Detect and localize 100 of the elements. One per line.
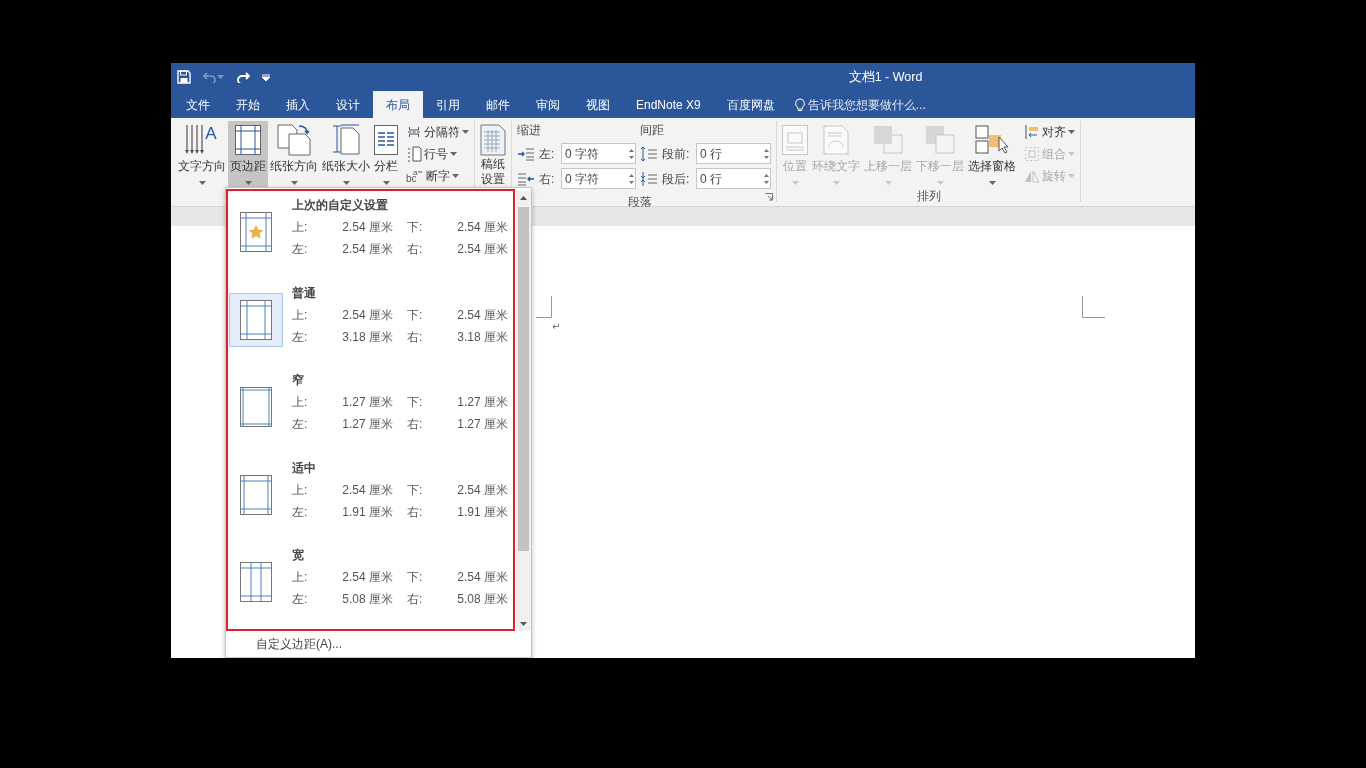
margin-value: 2.54 厘米 bbox=[456, 481, 508, 499]
space-after-icon bbox=[640, 170, 658, 187]
indent-right-label: 右: bbox=[539, 170, 556, 188]
margins-button[interactable]: 页边距 bbox=[228, 121, 268, 187]
manuscript-paper-icon bbox=[480, 124, 506, 156]
spinner-icon bbox=[763, 147, 770, 160]
margin-value: 1.27 厘米 bbox=[456, 394, 508, 412]
preset-name: 窄 bbox=[292, 372, 305, 390]
rotate-icon bbox=[1024, 168, 1040, 184]
spinner-icon bbox=[628, 172, 635, 185]
wrap-text-icon bbox=[823, 125, 849, 155]
caret-icon bbox=[1068, 130, 1075, 134]
group-label: 排列 bbox=[916, 189, 941, 203]
ribbon-tab[interactable]: 布局 bbox=[373, 91, 423, 118]
ribbon-tab[interactable]: 视图 bbox=[573, 91, 623, 118]
space-before-label: 段前: bbox=[662, 145, 691, 163]
spinner-icon bbox=[628, 147, 635, 160]
page-margins-icon bbox=[240, 212, 272, 252]
undo-icon bbox=[203, 71, 217, 83]
margin-label: 左: bbox=[292, 416, 309, 434]
caret-icon bbox=[382, 181, 390, 185]
columns-button[interactable]: 分栏 bbox=[372, 121, 400, 187]
custom-margins-item[interactable]: 自定义边距(A)... bbox=[226, 631, 531, 657]
indent-left-icon bbox=[517, 146, 535, 161]
indent-label: 缩进 bbox=[517, 122, 542, 139]
margin-value: 2.54 厘米 bbox=[341, 241, 393, 258]
align-icon bbox=[1024, 124, 1040, 140]
margin-label: 左: bbox=[292, 591, 309, 609]
margin-value: 5.08 厘米 bbox=[341, 591, 393, 609]
margin-value: 2.54 厘米 bbox=[341, 219, 393, 236]
space-before-field[interactable]: 0 行 bbox=[696, 143, 771, 164]
scrollbar[interactable] bbox=[516, 191, 531, 631]
line-numbers-icon bbox=[406, 146, 422, 162]
caret-icon bbox=[462, 130, 469, 134]
breaks-button[interactable]: 分隔符 bbox=[404, 121, 471, 143]
ribbon-tab[interactable]: 文件 bbox=[173, 91, 223, 118]
align-button[interactable]: 对齐 bbox=[1022, 121, 1077, 143]
ribbon-tab[interactable]: 审阅 bbox=[523, 91, 573, 118]
margin-preset-item[interactable]: 窄 上: 1.27 厘米 下: 1.27 厘米 左: 1.27 厘米 右: 1.27 厘米 bbox=[228, 366, 513, 454]
margin-label: 上: bbox=[292, 219, 309, 236]
margin-label: 右: bbox=[407, 591, 424, 609]
ribbon-tab[interactable]: 邮件 bbox=[473, 91, 523, 118]
text-direction-button[interactable]: A 文字方向 bbox=[176, 121, 228, 187]
ribbon-tab[interactable]: EndNote X9 bbox=[623, 91, 714, 118]
margin-corner-mark bbox=[1082, 296, 1105, 318]
customize-icon bbox=[262, 73, 270, 81]
page-margins-icon bbox=[240, 562, 272, 603]
preset-name: 普通 bbox=[292, 284, 317, 302]
margin-label: 右: bbox=[407, 241, 424, 258]
scrollbar-thumb[interactable] bbox=[518, 207, 529, 551]
page-margins-icon bbox=[240, 387, 272, 428]
space-after-label: 段后: bbox=[662, 170, 691, 188]
page-margins-icon bbox=[240, 299, 272, 340]
caret-icon bbox=[988, 181, 996, 185]
caret-icon bbox=[198, 181, 206, 185]
margin-value: 5.08 厘米 bbox=[456, 591, 508, 609]
send-backward-icon bbox=[924, 125, 956, 155]
margin-label: 上: bbox=[292, 394, 309, 412]
margin-preset-item[interactable]: 适中 上: 2.54 厘米 下: 2.54 厘米 左: 1.91 厘米 右: 1.91 厘米 bbox=[228, 453, 513, 542]
indent-left-label: 左: bbox=[539, 145, 556, 163]
ribbon-tab[interactable]: 开始 bbox=[223, 91, 273, 118]
margin-label: 下: bbox=[407, 481, 424, 499]
margin-corner-mark bbox=[536, 296, 552, 318]
margin-preset-item[interactable]: 宽 上: 2.54 厘米 下: 2.54 厘米 左: 5.08 厘米 右: 5.08 厘米 bbox=[228, 541, 513, 629]
margin-value: 2.54 厘米 bbox=[456, 306, 508, 324]
page-margins-icon bbox=[240, 474, 272, 515]
margin-label: 左: bbox=[292, 328, 309, 346]
caret-icon bbox=[1068, 174, 1075, 178]
selection-pane-icon bbox=[975, 125, 1009, 155]
caret-icon bbox=[791, 181, 799, 185]
paper-size-icon bbox=[332, 124, 360, 156]
margin-preset-item[interactable]: 上次的自定义设置 上: 2.54 厘米 下: 2.54 厘米 左: 2.54 厘米 右: 2.54 厘米 bbox=[228, 191, 513, 279]
ribbon-tab[interactable]: 引用 bbox=[423, 91, 473, 118]
indent-left-field[interactable]: 0 字符 bbox=[561, 143, 636, 164]
line-numbers-button[interactable]: 行号 bbox=[404, 143, 471, 165]
margin-value: 1.27 厘米 bbox=[341, 416, 393, 434]
tell-me-field[interactable]: 告诉我您想要做什么... bbox=[805, 94, 956, 115]
preset-name: 适中 bbox=[292, 459, 317, 477]
space-after-field[interactable]: 0 行 bbox=[696, 168, 771, 189]
save-icon bbox=[177, 70, 191, 84]
manuscript-button[interactable]: 稿纸设置 bbox=[478, 121, 508, 187]
size-button[interactable]: 纸张大小 bbox=[320, 121, 372, 187]
caret-icon bbox=[217, 75, 224, 79]
margin-label: 右: bbox=[407, 416, 424, 434]
indent-right-field[interactable]: 0 字符 bbox=[561, 168, 636, 189]
caret-icon bbox=[244, 181, 252, 185]
margin-label: 右: bbox=[407, 328, 424, 346]
margin-value: 2.54 厘米 bbox=[341, 481, 393, 499]
orientation-icon bbox=[277, 124, 311, 156]
margin-value: 1.91 厘米 bbox=[341, 503, 393, 521]
pane-button[interactable]: 选择窗格 bbox=[966, 121, 1018, 187]
ribbon-tab[interactable]: 百度网盘 bbox=[713, 91, 788, 118]
ribbon-tab[interactable]: 设计 bbox=[323, 91, 373, 118]
margin-label: 左: bbox=[292, 503, 309, 521]
ribbon-tab[interactable]: 插入 bbox=[273, 91, 323, 118]
indent-right-icon bbox=[517, 171, 535, 186]
margin-value: 2.54 厘米 bbox=[456, 241, 508, 258]
margin-preset-item[interactable]: 普通 上: 2.54 厘米 下: 2.54 厘米 左: 3.18 厘米 右: 3.18 厘米 bbox=[228, 278, 513, 367]
orientation-button[interactable]: 纸张方向 bbox=[268, 121, 320, 187]
margin-label: 下: bbox=[407, 569, 424, 587]
